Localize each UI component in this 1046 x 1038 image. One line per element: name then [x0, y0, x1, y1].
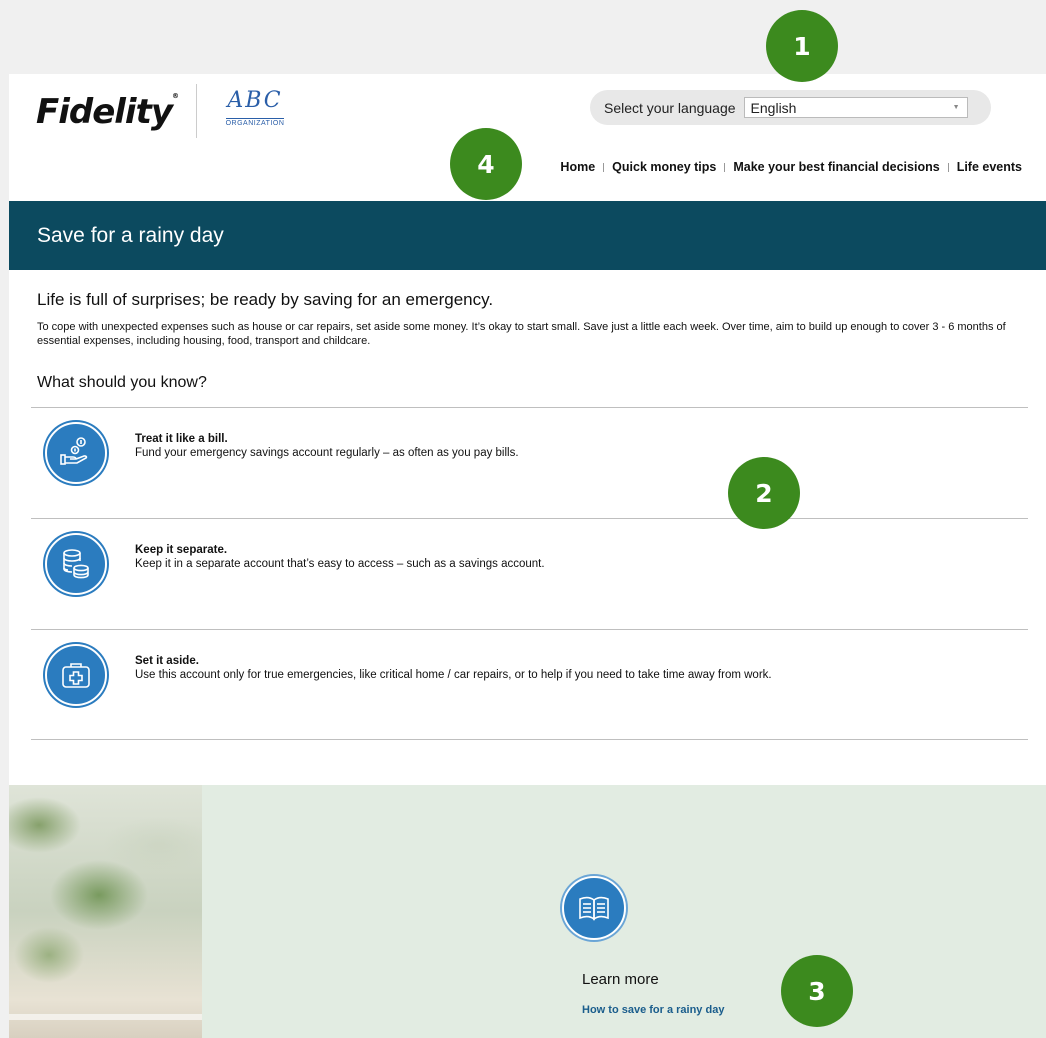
- nav-separator: [603, 162, 605, 172]
- logo-divider: [196, 84, 197, 138]
- lead-heading: Life is full of surprises; be ready by s…: [37, 290, 494, 309]
- list-item: Treat it like a bill. Fund your emergenc…: [31, 407, 1028, 518]
- top-navigation: Home Quick money tips Make your best fin…: [560, 160, 1022, 174]
- nav-separator: [724, 162, 726, 172]
- open-book-icon: [562, 876, 626, 940]
- language-selected-value: English: [750, 99, 797, 116]
- section-heading: What should you know?: [37, 374, 207, 391]
- learn-more-link[interactable]: How to save for a rainy day: [582, 1004, 724, 1016]
- coin-stack-icon: [45, 533, 107, 595]
- item-text: Fund your emergency savings account regu…: [135, 447, 519, 459]
- fidelity-logo-text: Fidelity: [36, 92, 173, 132]
- list-item: Set it aside. Use this account only for …: [31, 629, 1028, 740]
- learn-more-section: Learn more How to save for a rainy day: [9, 785, 1046, 1038]
- learn-more-title: Learn more: [582, 971, 659, 988]
- abc-logo-subtext: ORGANIZATION: [225, 118, 285, 127]
- page: Fidelity® ABC ORGANIZATION Select your l…: [9, 74, 1046, 1038]
- language-selector: Select your language English ▼: [590, 90, 991, 125]
- callout-badge-3: 3: [781, 955, 853, 1027]
- nav-item-quick-money-tips[interactable]: Quick money tips: [612, 160, 716, 174]
- item-text: Keep it in a separate account that’s eas…: [135, 558, 545, 570]
- list-item: Keep it separate. Keep it in a separate …: [31, 518, 1028, 629]
- chevron-down-icon: ▼: [952, 104, 960, 111]
- item-title: Treat it like a bill.: [135, 433, 228, 445]
- registered-mark: ®: [172, 92, 179, 100]
- intro-paragraph: To cope with unexpected expenses such as…: [37, 321, 1006, 347]
- item-text: Use this account only for true emergenci…: [135, 669, 772, 681]
- callout-badge-4: 4: [450, 128, 522, 200]
- language-dropdown[interactable]: English ▼: [743, 97, 968, 118]
- page-banner: Save for a rainy day: [9, 201, 1046, 270]
- item-title: Set it aside.: [135, 655, 199, 667]
- nav-item-home[interactable]: Home: [560, 160, 595, 174]
- item-title: Keep it separate.: [135, 544, 228, 556]
- hand-coins-icon: [45, 422, 107, 484]
- tips-list: Treat it like a bill. Fund your emergenc…: [31, 407, 1028, 740]
- first-aid-kit-icon: [45, 644, 107, 706]
- nav-item-financial-decisions[interactable]: Make your best financial decisions: [733, 160, 939, 174]
- callout-badge-2: 2: [728, 457, 800, 529]
- abc-logo-text: ABC: [227, 88, 283, 113]
- callout-badge-1: 1: [766, 10, 838, 82]
- language-label: Select your language: [604, 99, 736, 116]
- abc-organization-logo: ABC ORGANIZATION: [215, 90, 295, 130]
- fidelity-logo[interactable]: Fidelity®: [36, 92, 179, 132]
- plant-photo: [9, 785, 202, 1038]
- page-title: Save for a rainy day: [37, 223, 224, 247]
- nav-separator: [947, 162, 949, 172]
- nav-item-life-events[interactable]: Life events: [957, 160, 1022, 174]
